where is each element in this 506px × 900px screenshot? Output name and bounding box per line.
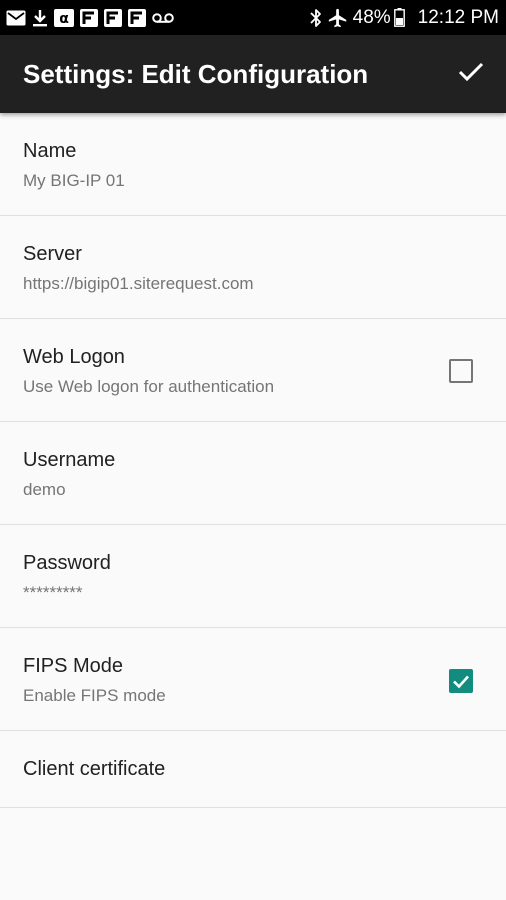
voicemail-icon [152,12,174,24]
setting-summary: ********* [23,583,83,602]
setting-summary: https://bigip01.siterequest.com [23,274,254,293]
setting-title: Web Logon [23,346,125,368]
setting-title: Username [23,449,116,471]
checkbox-checkmark-icon [452,674,470,689]
notification-icons: α [6,8,180,27]
settings-list: Name My BIG-IP 01 Server https://bigip01… [0,113,506,808]
f5-app-icon [128,8,146,27]
setting-client-certificate[interactable]: Client certificate [0,731,506,808]
setting-summary: My BIG-IP 01 [23,171,125,190]
web-logon-checkbox[interactable] [449,359,473,383]
setting-name[interactable]: Name My BIG-IP 01 [0,113,506,216]
bluetooth-icon [309,8,323,28]
download-icon [32,9,48,27]
save-button[interactable] [436,35,506,113]
app-toolbar: Settings: Edit Configuration [0,35,506,113]
mail-icon [6,10,26,26]
setting-password[interactable]: Password ********* [0,525,506,628]
f5-app-icon [104,8,122,27]
setting-title: Server [23,243,82,265]
airplane-mode-icon [327,7,349,29]
fips-mode-checkbox[interactable] [449,669,473,693]
status-bar: α 48% 12:12 PM [0,0,506,35]
system-icons: 48% 12:12 PM [309,7,499,29]
battery-percent: 48% [352,6,391,28]
svg-text:α: α [59,11,69,27]
checkmark-icon [458,61,484,88]
setting-title: FIPS Mode [23,655,124,677]
setting-server[interactable]: Server https://bigip01.siterequest.com [0,216,506,319]
setting-title: Password [23,552,111,574]
setting-web-logon[interactable]: Web Logon Use Web logon for authenticati… [0,319,506,422]
battery-icon [393,8,405,27]
setting-summary: demo [23,480,66,499]
clock: 12:12 PM [417,6,499,28]
setting-fips-mode[interactable]: FIPS Mode Enable FIPS mode [0,628,506,731]
setting-summary: Use Web logon for authentication [23,377,275,396]
setting-summary: Enable FIPS mode [23,686,166,705]
page-title: Settings: Edit Configuration [23,58,369,89]
setting-title: Client certificate [23,758,166,780]
setting-username[interactable]: Username demo [0,422,506,525]
f5-app-icon [80,8,98,27]
setting-title: Name [23,140,77,162]
alpha-app-icon: α [54,8,74,27]
